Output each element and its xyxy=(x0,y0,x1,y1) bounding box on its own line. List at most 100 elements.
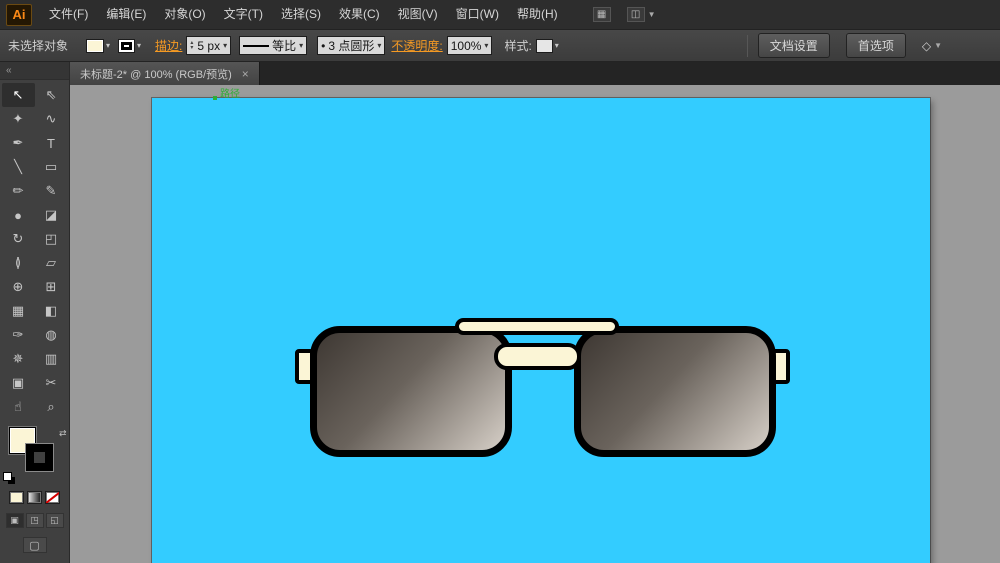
sunglasses-right-lens-shape[interactable] xyxy=(574,326,776,457)
brush-value: 3 点圆形 xyxy=(328,39,375,53)
blend-tool[interactable]: ◍ xyxy=(35,323,68,347)
stroke-color-picker[interactable]: ▾ xyxy=(118,38,141,53)
swap-fill-stroke-icon[interactable]: ⇄ xyxy=(59,428,67,439)
stroke-weight-field[interactable]: ▴ ▾ 5 px ▾ xyxy=(186,36,232,55)
zoom-icon: ⌕ xyxy=(47,399,55,414)
selection-status: 未选择对象 xyxy=(8,39,69,53)
lasso-tool[interactable]: ∿ xyxy=(35,107,68,131)
drawing-modes-row: ▣ ◳ ◱ xyxy=(0,513,69,528)
tools-panel: « ↖ ⇖ ✦ ∿ ✒ T ╲ ▭ ✏ ✎ ● ◪ ↻ ◰ ≬ ▱ ⊕ ⊞ ▦ … xyxy=(0,62,70,563)
fill-stroke-control: ⇄ xyxy=(2,427,67,481)
close-icon[interactable]: × xyxy=(242,67,249,81)
screen-mode-button[interactable]: ▢ xyxy=(22,537,47,553)
scale-tool[interactable]: ◰ xyxy=(35,227,68,251)
free-transform-icon: ▱ xyxy=(46,255,56,270)
perspective-grid-tool[interactable]: ⊞ xyxy=(35,275,68,299)
width-tool-icon: ≬ xyxy=(14,255,22,270)
rectangle-icon: ▭ xyxy=(44,159,58,174)
slice-tool[interactable]: ✂ xyxy=(35,371,68,395)
pencil-icon: ✎ xyxy=(45,183,57,198)
direct-selection-tool[interactable]: ⇖ xyxy=(35,83,68,107)
symbol-sprayer-tool[interactable]: ✵ xyxy=(2,347,35,371)
shape-builder-icon: ⊕ xyxy=(12,279,24,294)
opacity-dropdown[interactable]: 100% ▾ xyxy=(446,36,493,55)
stroke-panel-link[interactable]: 描边: xyxy=(155,37,182,54)
mesh-tool[interactable]: ▦ xyxy=(2,299,35,323)
chevron-down-icon: ▾ xyxy=(106,41,111,50)
menu-type[interactable]: 文字(T) xyxy=(215,0,272,29)
eyedropper-tool[interactable]: ✑ xyxy=(2,323,35,347)
direct-selection-tool-icon: ⇖ xyxy=(45,87,57,102)
menu-edit[interactable]: 编辑(E) xyxy=(97,0,155,29)
document-setup-button[interactable]: 文档设置 xyxy=(757,33,830,58)
draw-normal-button[interactable]: ▣ xyxy=(5,513,24,528)
default-fill-stroke-icon[interactable] xyxy=(2,472,12,481)
symbol-sprayer-icon: ✵ xyxy=(12,351,24,366)
perspective-grid-icon: ⊞ xyxy=(45,279,57,294)
eraser-tool[interactable]: ◪ xyxy=(35,203,68,227)
gradient-button[interactable] xyxy=(27,491,42,504)
menu-view[interactable]: 视图(V) xyxy=(389,0,447,29)
gradient-tool[interactable]: ◧ xyxy=(35,299,68,323)
blob-brush-tool[interactable]: ● xyxy=(2,203,35,227)
menu-object[interactable]: 对象(O) xyxy=(155,0,214,29)
draw-inside-button[interactable]: ◱ xyxy=(45,513,64,528)
scale-icon: ◰ xyxy=(44,231,58,246)
canvas-area[interactable]: 路径 xyxy=(70,85,1000,563)
eyedropper-icon: ✑ xyxy=(12,327,24,342)
style-dropdown[interactable]: ▾ xyxy=(535,38,559,53)
preferences-button[interactable]: 首选项 xyxy=(845,33,906,58)
select-similar-button[interactable]: ◇ ▼ xyxy=(922,39,942,53)
rotate-tool[interactable]: ↻ xyxy=(2,227,35,251)
menu-help[interactable]: 帮助(H) xyxy=(508,0,567,29)
stroke-weight-value: 5 px xyxy=(197,38,221,53)
type-tool[interactable]: T xyxy=(35,131,68,155)
column-graph-icon: ▥ xyxy=(44,351,58,366)
select-similar-icon: ◇ xyxy=(921,38,932,53)
stepper-icon[interactable]: ▴ ▾ xyxy=(190,40,193,51)
paintbrush-icon: ✏ xyxy=(12,183,24,198)
shape-builder-tool[interactable]: ⊕ xyxy=(2,275,35,299)
menu-window[interactable]: 窗口(W) xyxy=(447,0,508,29)
arrange-documents-icon[interactable]: ▦ xyxy=(592,7,611,22)
artboard-tool[interactable]: ▣ xyxy=(2,371,35,395)
line-segment-icon: ╲ xyxy=(14,159,22,174)
rectangle-tool[interactable]: ▭ xyxy=(35,155,68,179)
collapse-panel-icon[interactable]: « xyxy=(6,65,12,76)
type-icon: T xyxy=(47,135,55,151)
magic-wand-icon: ✦ xyxy=(12,111,24,126)
opacity-panel-link[interactable]: 不透明度: xyxy=(391,37,442,54)
draw-behind-button[interactable]: ◳ xyxy=(25,513,44,528)
brush-definition-dropdown[interactable]: • 3 点圆形 ▾ xyxy=(317,36,386,55)
stroke-color-box[interactable] xyxy=(25,444,53,471)
sunglasses-left-lens-shape[interactable] xyxy=(310,326,512,457)
workspace-switcher[interactable]: ◫ ▼ xyxy=(626,7,656,22)
none-button[interactable] xyxy=(45,491,60,504)
magic-wand-tool[interactable]: ✦ xyxy=(2,107,35,131)
document-tab[interactable]: 未标题-2* @ 100% (RGB/预览) × xyxy=(70,62,260,85)
control-bar: 未选择对象 ▾ ▾ 描边: ▴ ▾ 5 px ▾ 等比 ▾ • 3 点圆形 ▾ 不 xyxy=(0,30,1000,62)
stroke-profile-preview xyxy=(243,44,270,47)
pencil-tool[interactable]: ✎ xyxy=(35,179,68,203)
menu-select[interactable]: 选择(S) xyxy=(272,0,330,29)
sunglasses-bridge-shape[interactable] xyxy=(494,343,581,370)
tools-panel-header: « xyxy=(0,62,69,80)
width-profile-dropdown[interactable]: 等比 ▾ xyxy=(239,36,308,55)
menu-file[interactable]: 文件(F) xyxy=(40,0,97,29)
eraser-icon: ◪ xyxy=(44,207,58,222)
paintbrush-tool[interactable]: ✏ xyxy=(2,179,35,203)
document-tab-title: 未标题-2* @ 100% (RGB/预览) xyxy=(80,68,232,81)
selection-tool[interactable]: ↖ xyxy=(1,83,35,107)
line-segment-tool[interactable]: ╲ xyxy=(2,155,35,179)
fill-color-picker[interactable]: ▾ xyxy=(86,38,111,53)
sunglasses-top-bar-shape[interactable] xyxy=(455,318,619,335)
menu-effect[interactable]: 效果(C) xyxy=(330,0,389,29)
column-graph-tool[interactable]: ▥ xyxy=(35,347,68,371)
lasso-icon: ∿ xyxy=(45,111,57,126)
zoom-tool[interactable]: ⌕ xyxy=(35,395,68,419)
hand-tool[interactable]: ☝ xyxy=(2,395,35,419)
free-transform-tool[interactable]: ▱ xyxy=(35,251,68,275)
color-button[interactable] xyxy=(9,491,24,504)
pen-tool[interactable]: ✒ xyxy=(2,131,35,155)
width-tool[interactable]: ≬ xyxy=(2,251,35,275)
